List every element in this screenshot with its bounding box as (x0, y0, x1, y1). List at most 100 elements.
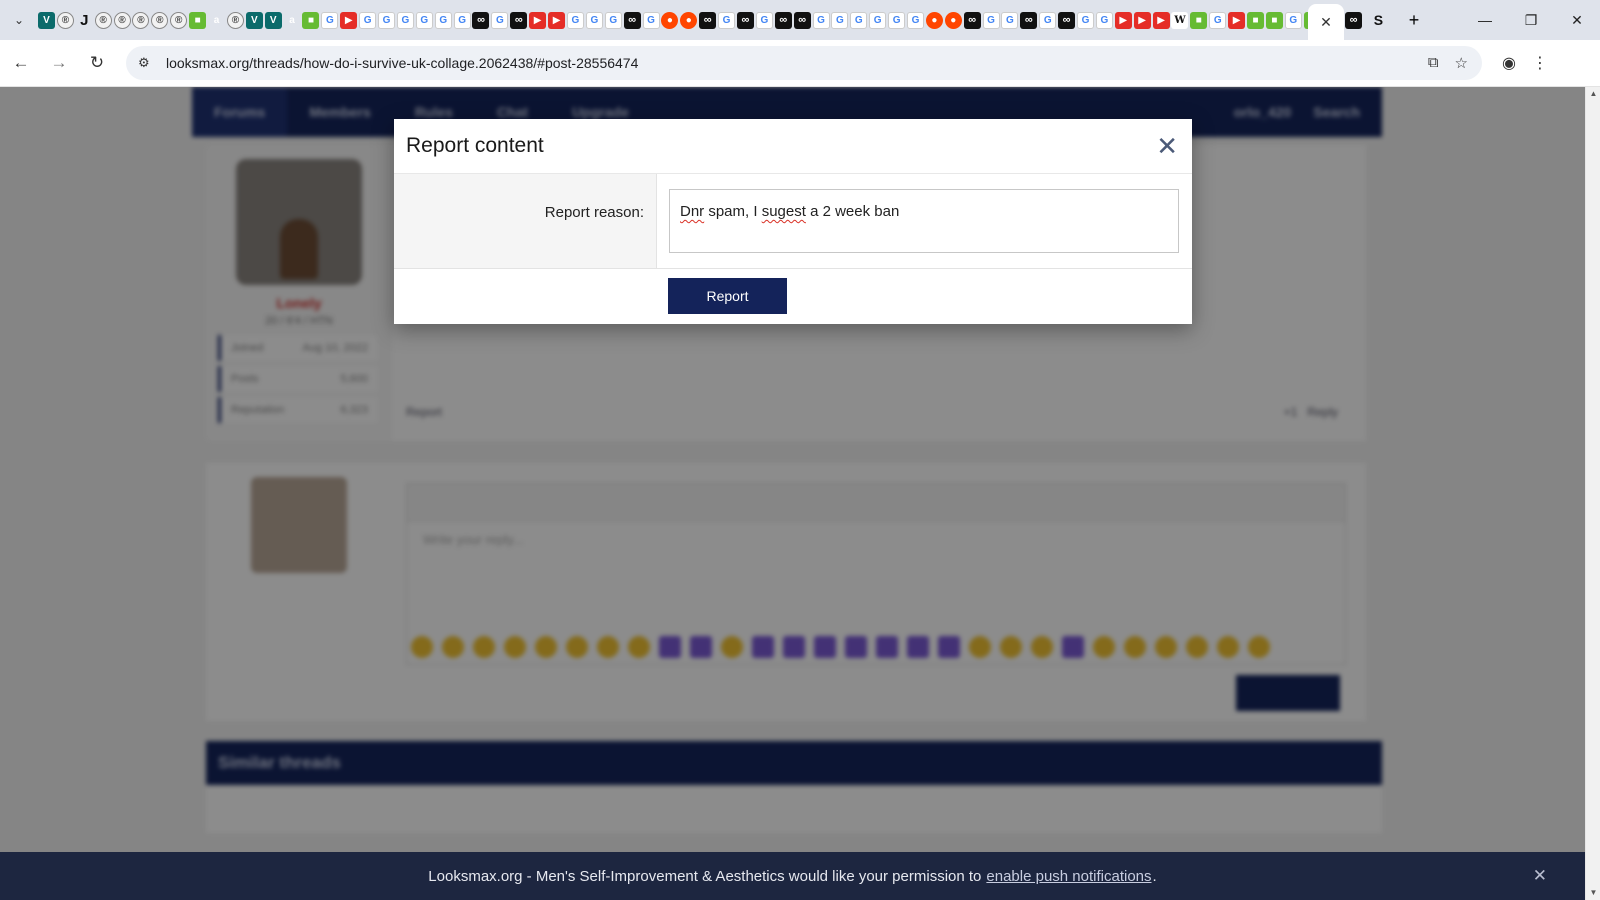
forward-button[interactable]: → (42, 46, 76, 80)
profile-icon[interactable]: ◉ (1502, 53, 1516, 73)
report-modal: Report content ✕ Report reason: Dnr spam… (394, 119, 1192, 324)
tab-favicon[interactable]: a (284, 12, 301, 29)
tab-favicon[interactable]: ● (925, 11, 943, 29)
tab-favicon[interactable]: ● (680, 11, 698, 29)
tab-favicon[interactable]: G (831, 11, 849, 29)
menu-kebab-icon[interactable]: ⋮ (1532, 53, 1548, 73)
site-info-icon[interactable]: ⚙ (138, 55, 160, 71)
tab-favicon[interactable]: G (1076, 11, 1094, 29)
tab-favicon[interactable]: ▶ (1152, 11, 1170, 29)
tab-favicon[interactable]: ® (151, 11, 169, 29)
browser-toolbar: ← → ↻ ⚙ looksmax.org/threads/how-do-i-su… (0, 40, 1600, 87)
tab-favicon[interactable]: ∞ (774, 11, 792, 29)
tab-favicon[interactable]: ∞ (736, 11, 754, 29)
report-button[interactable]: Report (668, 278, 787, 314)
tab-favicon[interactable]: ▶ (529, 11, 547, 29)
tab-favicon[interactable]: G (396, 11, 414, 29)
tab-favicon[interactable]: ▶ (1114, 11, 1132, 29)
tab-favicon[interactable]: ▶ (340, 11, 358, 29)
tab-favicon[interactable]: a (208, 12, 225, 29)
tab-favicon[interactable]: G (434, 11, 452, 29)
tab-favicon[interactable]: V (245, 11, 263, 29)
tab-favicon[interactable]: ® (226, 11, 244, 29)
report-reason-row: Report reason: Dnr spam, I sugest a 2 we… (394, 174, 1192, 269)
page-viewport: Forums Members Rules Chat Upgrade orlo_4… (0, 87, 1585, 900)
after-tabs: ∞ S + (1345, 0, 1419, 40)
close-icon[interactable]: ✕ (1156, 133, 1178, 159)
tab-favicon[interactable]: G (1095, 11, 1113, 29)
tab-favicon[interactable]: ® (113, 11, 131, 29)
install-app-icon[interactable]: ⧉ (1428, 54, 1439, 72)
tab-favicon[interactable]: ® (170, 11, 188, 29)
tab-favicon[interactable]: J (76, 12, 93, 29)
tab-favicon[interactable]: ∞ (963, 11, 981, 29)
tab-favicon[interactable]: G (321, 11, 339, 29)
close-tab-icon[interactable]: ✕ (1320, 14, 1332, 31)
tab-favicon[interactable]: G (718, 11, 736, 29)
scroll-down-icon[interactable]: ▼ (1586, 886, 1600, 900)
tab-favicon[interactable]: G (755, 11, 773, 29)
tab-strip: ⌄ V ® J ® ® ® ® ® ■ a ® V Va ■ G ▶ G G G G G G ∞ G ∞ ▶ ▶ G G G ∞ G ● ● ∞ G ∞… (0, 0, 1600, 40)
scroll-up-icon[interactable]: ▲ (1586, 87, 1600, 101)
tab-favicon[interactable]: ∞ (1058, 11, 1076, 29)
tab-favicon[interactable]: V (38, 11, 55, 29)
tab-favicon[interactable]: ▶ (1228, 11, 1246, 29)
report-reason-input[interactable]: Dnr spam, I sugest a 2 week ban (669, 189, 1179, 253)
tab-favicon[interactable]: V (264, 11, 282, 29)
new-tab-button[interactable]: + (1409, 10, 1420, 31)
close-icon[interactable]: ✕ (1533, 866, 1547, 886)
url-text[interactable]: looksmax.org/threads/how-do-i-survive-uk… (166, 55, 638, 71)
tab-favicon[interactable]: ▶ (1133, 11, 1151, 29)
tab-favicon[interactable]: G (1039, 11, 1057, 29)
tab-favicon[interactable]: G (642, 11, 660, 29)
close-window-button[interactable]: ✕ (1554, 0, 1600, 40)
tab-favicon[interactable]: ® (94, 11, 112, 29)
tab-favicon[interactable]: ∞ (699, 11, 717, 29)
tab-favicon[interactable]: ∞ (793, 11, 811, 29)
tab-favicon[interactable]: G (604, 11, 622, 29)
minimize-button[interactable]: — (1462, 0, 1508, 40)
tab-favicon[interactable]: S (1370, 12, 1387, 29)
address-bar[interactable]: ⚙ looksmax.org/threads/how-do-i-survive-… (126, 46, 1482, 80)
tab-favicon[interactable]: G (982, 11, 1000, 29)
tab-favicon[interactable]: ∞ (510, 11, 528, 29)
tab-favicon[interactable]: G (415, 11, 433, 29)
tab-favicon[interactable]: ∞ (623, 11, 641, 29)
active-tab[interactable]: ✕ (1308, 4, 1344, 40)
tab-favicon[interactable]: ● (944, 11, 962, 29)
tab-favicon[interactable]: W (1171, 11, 1189, 29)
tab-favicon[interactable]: ● (661, 11, 679, 29)
bookmark-star-icon[interactable]: ☆ (1455, 54, 1468, 72)
tab-favicon[interactable]: ■ (302, 11, 320, 29)
tab-favicon[interactable]: G (906, 11, 924, 29)
tab-favicon[interactable]: ■ (189, 11, 207, 29)
tab-favicon[interactable]: G (453, 11, 471, 29)
scrollbar[interactable]: ▲ ▼ (1585, 87, 1600, 900)
tab-favicon[interactable]: ® (132, 11, 150, 29)
tab-favicon[interactable]: ▶ (548, 11, 566, 29)
tab-favicon[interactable]: ■ (1265, 11, 1283, 29)
tab-favicon[interactable]: ∞ (472, 11, 490, 29)
tab-favicon[interactable]: G (869, 11, 887, 29)
tab-favicon[interactable]: ∞ (1020, 11, 1038, 29)
tab-favicon[interactable]: G (1209, 11, 1227, 29)
tab-favicon[interactable]: G (585, 11, 603, 29)
tab-favicon[interactable]: ■ (1190, 11, 1208, 29)
tab-favicon[interactable]: G (1284, 11, 1302, 29)
tab-favicon[interactable]: G (1001, 11, 1019, 29)
reload-button[interactable]: ↻ (80, 46, 114, 80)
tab-favicon[interactable]: G (378, 11, 396, 29)
tab-favicon[interactable]: ® (56, 11, 74, 29)
tab-search-button[interactable]: ⌄ (0, 0, 38, 40)
enable-notifications-link[interactable]: enable push notifications (986, 868, 1151, 885)
back-button[interactable]: ← (4, 46, 38, 80)
tab-favicon[interactable]: G (888, 11, 906, 29)
tab-favicon[interactable]: ■ (1247, 11, 1264, 29)
tab-favicon[interactable]: G (359, 11, 377, 29)
tab-favicon[interactable]: ∞ (1345, 11, 1362, 29)
tab-favicon[interactable]: G (850, 11, 868, 29)
tab-favicon[interactable]: G (491, 11, 509, 29)
tab-favicon[interactable]: G (812, 11, 830, 29)
restore-button[interactable]: ❐ (1508, 0, 1554, 40)
tab-favicon[interactable]: G (566, 11, 584, 29)
